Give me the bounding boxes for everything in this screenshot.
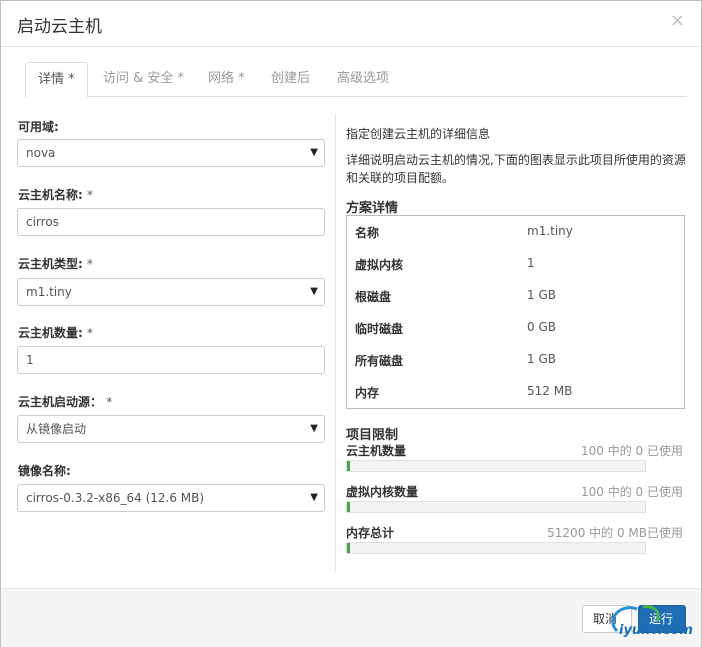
tab-networking[interactable]: 网络 * xyxy=(196,62,257,97)
quota-ram-usage: 51200 中的 0 MB已使用 xyxy=(547,526,683,540)
required-mark: * xyxy=(87,257,93,271)
quota-instances-usage: 100 中的 0 已使用 xyxy=(581,444,683,458)
quota-instances-label: 云主机数量 xyxy=(346,444,407,458)
boot-source-value: 从镜像启动 xyxy=(26,422,87,436)
availability-zone-select[interactable]: nova ▼ xyxy=(17,139,325,167)
required-mark: * xyxy=(106,395,113,409)
image-name-label: 镜像名称: xyxy=(18,464,71,478)
info-title: 指定创建云主机的详细信息 xyxy=(346,127,491,141)
flavor-value: m1.tiny xyxy=(527,224,573,238)
dialog-header: 启动云主机 × xyxy=(1,1,701,47)
tab-advanced-options[interactable]: 高级选项 xyxy=(325,62,401,97)
quota-fill xyxy=(347,502,350,512)
image-name-value: cirros-0.3.2-x86_64 (12.6 MB) xyxy=(26,491,205,505)
required-mark: * xyxy=(87,326,93,340)
flavor-row: 名称 m1.tiny xyxy=(355,224,675,244)
quota-instances-bar xyxy=(346,460,646,472)
quota-ram-bar xyxy=(346,542,646,554)
dialog-title: 启动云主机 xyxy=(17,17,102,37)
launch-button[interactable]: 运行 xyxy=(638,605,686,633)
instance-name-label: 云主机名称: * xyxy=(18,186,93,203)
quota-vcpus-label: 虚拟内核数量 xyxy=(346,485,419,499)
instance-count-label: 云主机数量: * xyxy=(18,324,93,341)
launch-instance-dialog: 启动云主机 × 详情 * 访问 & 安全 * 网络 * 创建后 高级选项 可用域… xyxy=(0,0,702,647)
flavor-row: 根磁盘 1 GB xyxy=(355,288,675,308)
instance-name-label-text: 云主机名称: xyxy=(18,188,83,202)
tab-post-creation[interactable]: 创建后 xyxy=(259,62,322,97)
info-description: 详细说明启动云主机的情况,下面的图表显示此项目所使用的资源和关联的项目配额。 xyxy=(346,153,686,185)
caret-down-icon: ▼ xyxy=(310,492,318,503)
column-divider xyxy=(335,114,336,572)
availability-zone-value: nova xyxy=(26,146,56,160)
flavor-key: 内存 xyxy=(355,386,380,400)
project-limits-heading: 项目限制 xyxy=(346,428,399,443)
caret-down-icon: ▼ xyxy=(310,286,318,297)
flavor-key: 临时磁盘 xyxy=(355,322,404,336)
quota-ram-label: 内存总计 xyxy=(346,526,395,540)
caret-down-icon: ▼ xyxy=(310,147,318,158)
flavor-key: 虚拟内核 xyxy=(355,258,404,272)
quota-vcpus-bar xyxy=(346,501,646,513)
boot-source-label-text: 云主机启动源： xyxy=(18,395,103,409)
instance-count-input[interactable]: 1 xyxy=(17,346,325,374)
flavor-row: 虚拟内核 1 xyxy=(355,256,675,276)
tab-access-security[interactable]: 访问 & 安全 * xyxy=(91,62,196,97)
boot-source-select[interactable]: 从镜像启动 ▼ xyxy=(17,415,325,443)
quota-fill xyxy=(347,543,350,553)
flavor-details-heading: 方案详情 xyxy=(346,201,399,216)
dialog-footer: 取消 运行 xyxy=(1,588,701,647)
flavor-details-table: 名称 m1.tiny 虚拟内核 1 根磁盘 1 GB 临时磁盘 0 GB 所有磁… xyxy=(346,215,685,409)
caret-down-icon: ▼ xyxy=(310,423,318,434)
availability-zone-label: 可用域: xyxy=(18,120,59,134)
flavor-label-text: 云主机类型: xyxy=(18,257,83,271)
flavor-value: 1 xyxy=(527,256,535,270)
flavor-value: 0 GB xyxy=(527,320,556,334)
close-icon[interactable]: × xyxy=(670,11,685,31)
flavor-value: 1 GB xyxy=(527,352,556,366)
boot-source-label: 云主机启动源： * xyxy=(18,393,112,410)
tab-details[interactable]: 详情 * xyxy=(25,62,88,98)
required-mark: * xyxy=(87,188,93,202)
flavor-select[interactable]: m1.tiny ▼ xyxy=(17,278,325,306)
flavor-label: 云主机类型: * xyxy=(18,255,93,272)
flavor-row: 临时磁盘 0 GB xyxy=(355,320,675,340)
quota-fill xyxy=(347,461,350,471)
instance-count-value: 1 xyxy=(26,353,34,367)
flavor-key: 名称 xyxy=(355,226,380,240)
flavor-key: 所有磁盘 xyxy=(355,354,404,368)
flavor-value: 512 MB xyxy=(527,384,573,398)
image-name-select[interactable]: cirros-0.3.2-x86_64 (12.6 MB) ▼ xyxy=(17,484,325,512)
instance-count-label-text: 云主机数量: xyxy=(18,326,83,340)
flavor-row: 内存 512 MB xyxy=(355,384,675,404)
wizard-tabs: 详情 * 访问 & 安全 * 网络 * 创建后 高级选项 xyxy=(25,62,687,98)
cancel-button[interactable]: 取消 xyxy=(582,605,632,633)
flavor-row: 所有磁盘 1 GB xyxy=(355,352,675,372)
flavor-value: 1 GB xyxy=(527,288,556,302)
instance-name-input[interactable]: cirros xyxy=(17,208,325,236)
flavor-value: m1.tiny xyxy=(26,285,72,299)
quota-vcpus-usage: 100 中的 0 已使用 xyxy=(581,485,683,499)
instance-name-value: cirros xyxy=(26,215,59,229)
flavor-key: 根磁盘 xyxy=(355,290,392,304)
